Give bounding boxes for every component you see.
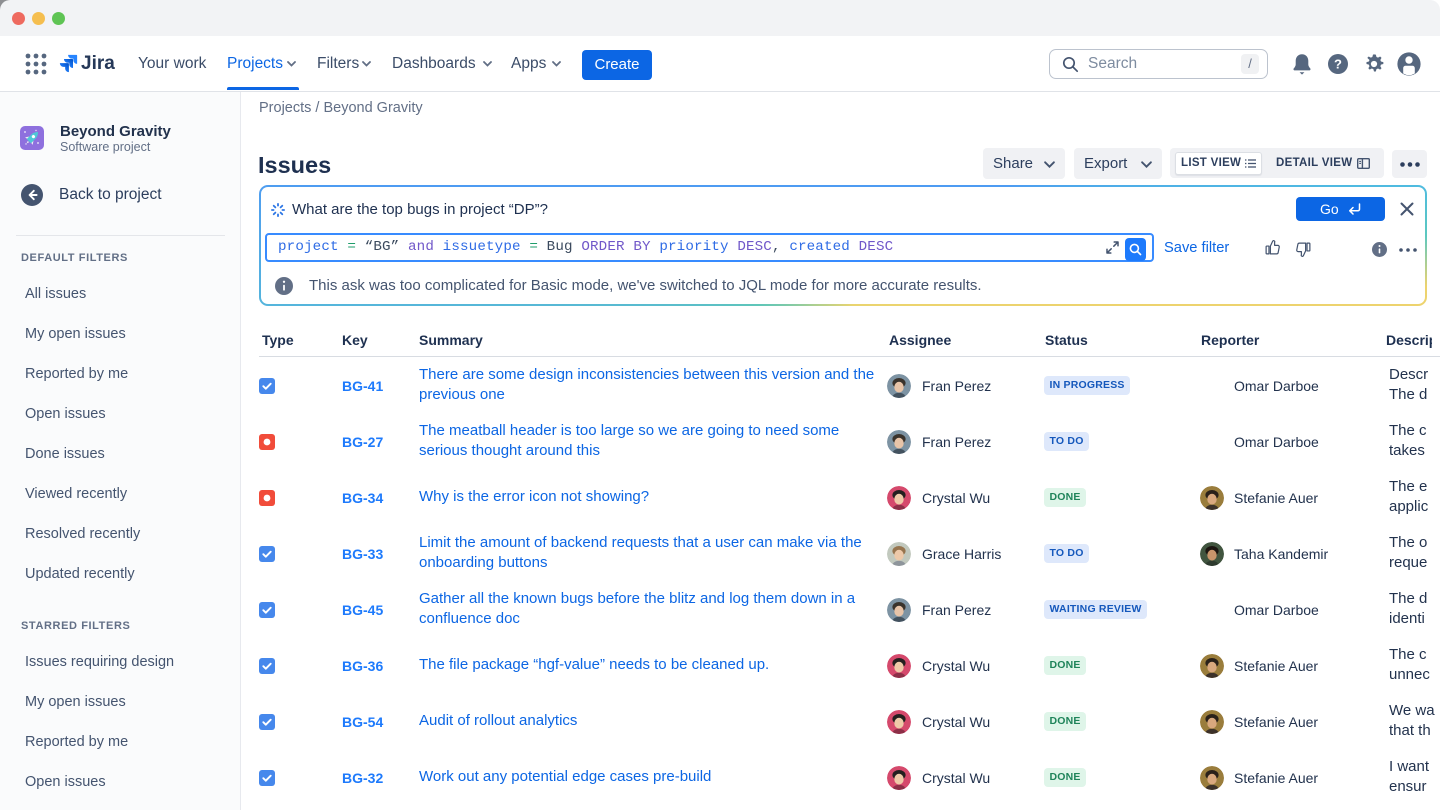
svg-text:?: ? [1334,57,1342,72]
